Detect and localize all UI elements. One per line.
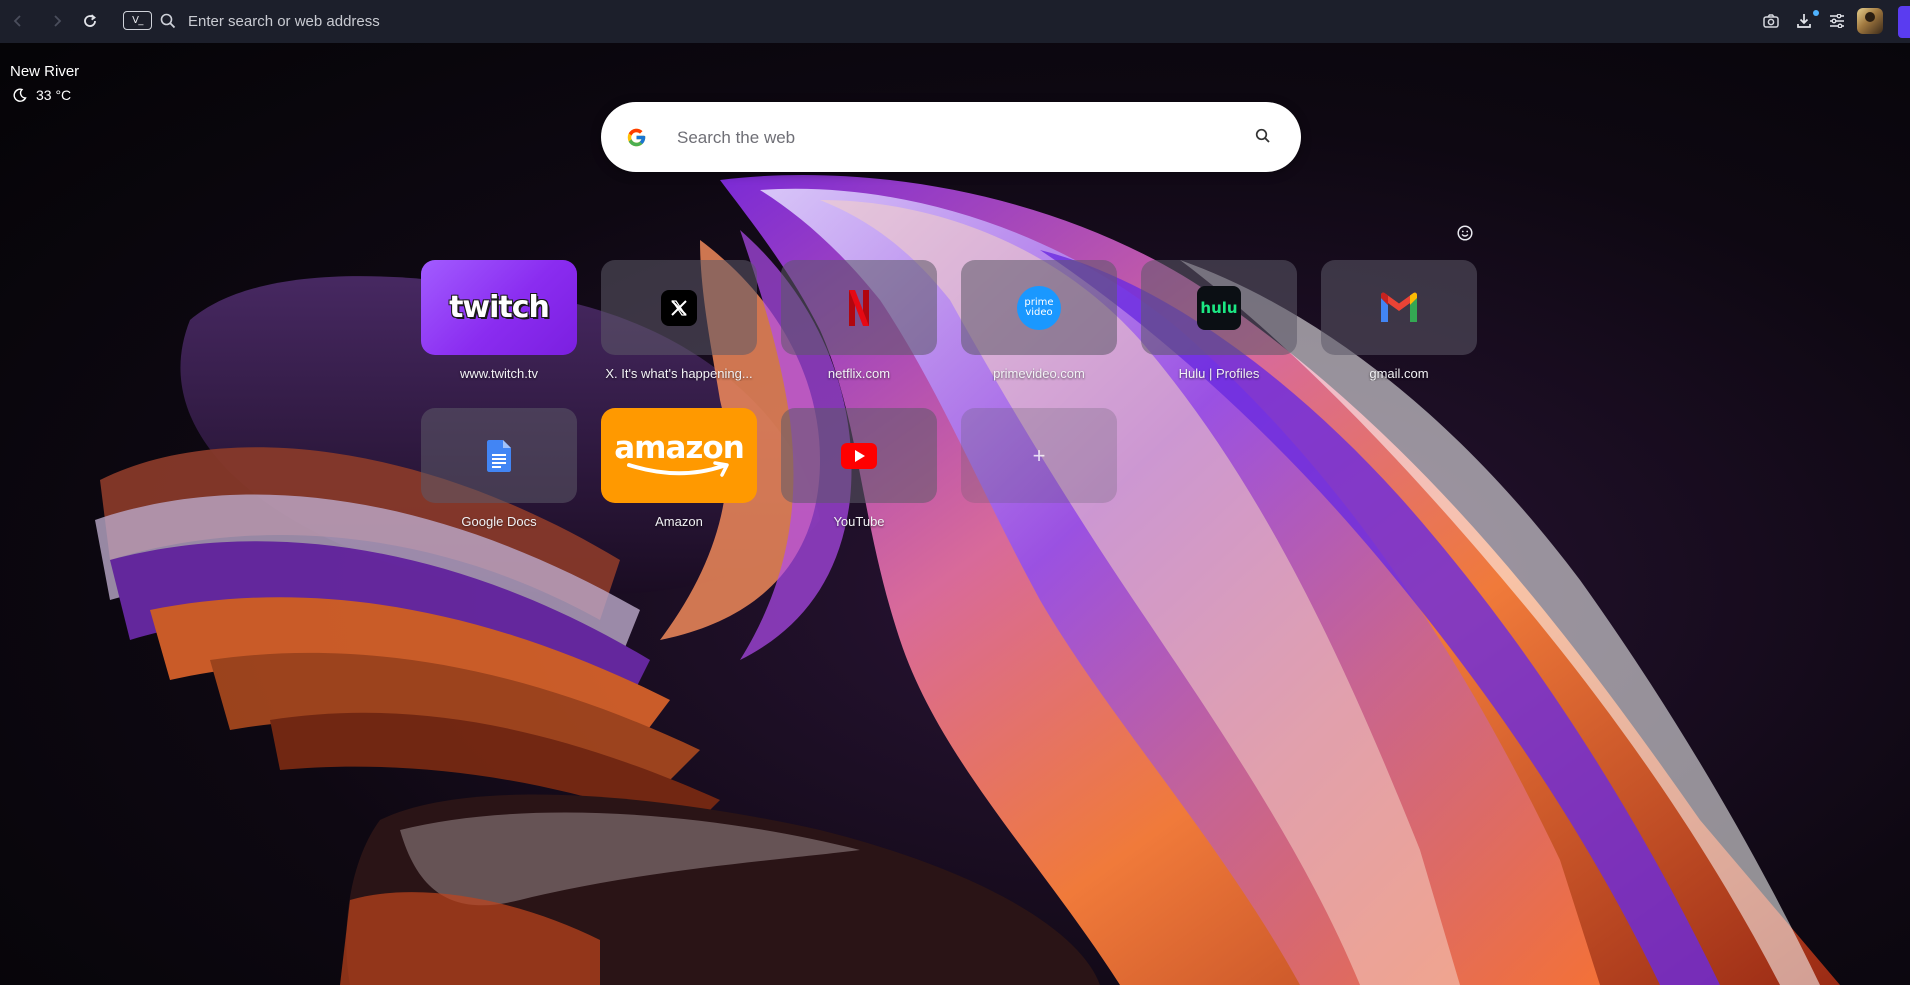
speed-dial-amazon[interactable]: amazon Amazon bbox=[601, 408, 757, 529]
google-docs-logo bbox=[487, 439, 511, 472]
reload-icon bbox=[84, 14, 96, 27]
speed-dial-netflix[interactable]: netflix.com bbox=[781, 260, 937, 381]
hulu-logo: hulu bbox=[1197, 285, 1241, 330]
youtube-logo bbox=[841, 442, 877, 469]
speed-dial-tile: amazon bbox=[601, 408, 757, 503]
gmail-logo bbox=[1381, 292, 1417, 322]
speed-dial-tile: hulu bbox=[1141, 260, 1297, 355]
weather-row: 33 °C bbox=[10, 87, 79, 103]
browser-window: V_ New River 33 °C bbox=[0, 0, 1910, 985]
back-button[interactable] bbox=[5, 8, 31, 34]
speed-dial-label: Google Docs bbox=[461, 514, 537, 529]
speed-dial-twitch[interactable]: twitch www.twitch.tv bbox=[421, 260, 577, 381]
download-icon bbox=[1797, 14, 1811, 28]
weather-city: New River bbox=[10, 63, 80, 80]
prime-logo-text-1: prime bbox=[1024, 296, 1054, 308]
speed-dial-add[interactable]: + bbox=[961, 408, 1117, 514]
search-icon bbox=[160, 13, 176, 29]
google-icon bbox=[627, 128, 646, 147]
back-icon bbox=[13, 15, 21, 27]
speed-dial-tile bbox=[421, 408, 577, 503]
speed-dial-label: primevideo.com bbox=[993, 366, 1085, 381]
speed-dial-tile: prime video bbox=[961, 260, 1117, 355]
speed-dial-tile bbox=[781, 260, 937, 355]
weather-temperature: 33 °C bbox=[36, 87, 72, 103]
mode-chip[interactable]: V_ bbox=[123, 11, 152, 30]
search-input[interactable] bbox=[675, 122, 1199, 154]
speed-dial-gmail[interactable]: gmail.com bbox=[1321, 260, 1477, 381]
speed-dial-hulu[interactable]: hulu Hulu | Profiles bbox=[1141, 260, 1297, 381]
speed-dial-x[interactable]: X. It's what's happening... bbox=[601, 260, 757, 381]
speed-dial-tile bbox=[781, 408, 937, 503]
download-badge bbox=[1813, 10, 1819, 16]
speed-dial-primevideo[interactable]: prime video primevideo.com bbox=[961, 260, 1117, 381]
speed-dial-tile: twitch bbox=[421, 260, 577, 355]
sidebar-edge-tab[interactable] bbox=[1898, 6, 1910, 38]
x-logo bbox=[661, 289, 697, 326]
snapshot-button[interactable] bbox=[1758, 8, 1784, 34]
speed-dial-google-docs[interactable]: Google Docs bbox=[421, 408, 577, 529]
speed-dial-label: gmail.com bbox=[1369, 366, 1429, 381]
amazon-logo: amazon bbox=[614, 429, 745, 479]
camera-icon bbox=[1763, 14, 1779, 28]
speed-dial-label: netflix.com bbox=[827, 366, 891, 381]
speed-dial-tile bbox=[601, 260, 757, 355]
moon-icon bbox=[13, 88, 27, 102]
browser-toolbar: V_ bbox=[0, 0, 1910, 43]
forward-icon bbox=[54, 15, 62, 27]
forward-button[interactable] bbox=[44, 8, 70, 34]
search-box bbox=[601, 102, 1301, 172]
speed-dial-label: www.twitch.tv bbox=[459, 366, 538, 381]
address-bar-input[interactable] bbox=[188, 9, 888, 33]
weather-widget[interactable]: New River 33 °C bbox=[10, 63, 79, 103]
search-submit-button[interactable] bbox=[1255, 128, 1271, 149]
twitch-logo: twitch bbox=[449, 290, 550, 325]
speed-dial-youtube[interactable]: YouTube bbox=[781, 408, 937, 529]
amazon-logo-text: amazon bbox=[614, 429, 745, 466]
prime-video-logo: prime video bbox=[1017, 285, 1061, 330]
prime-logo-text-2: video bbox=[1025, 306, 1053, 318]
address-search-button[interactable] bbox=[155, 8, 181, 34]
smiley-icon bbox=[1457, 225, 1473, 241]
speed-dial-tile: + bbox=[961, 408, 1117, 503]
netflix-logo bbox=[849, 289, 869, 326]
speed-dial-tile bbox=[1321, 260, 1477, 355]
speed-dial-label: X. It's what's happening... bbox=[605, 366, 753, 381]
menu-icon bbox=[1830, 14, 1844, 28]
easy-setup-button[interactable] bbox=[1824, 8, 1850, 34]
speed-dial-label: YouTube bbox=[833, 514, 885, 529]
speed-dial-label: Hulu | Profiles bbox=[1178, 366, 1260, 381]
reload-button[interactable] bbox=[77, 8, 103, 34]
customize-button[interactable] bbox=[1457, 225, 1473, 246]
profile-avatar[interactable] bbox=[1857, 8, 1883, 34]
search-icon bbox=[1255, 128, 1270, 143]
plus-icon: + bbox=[1032, 442, 1046, 468]
speed-dial-label: Amazon bbox=[655, 514, 703, 529]
